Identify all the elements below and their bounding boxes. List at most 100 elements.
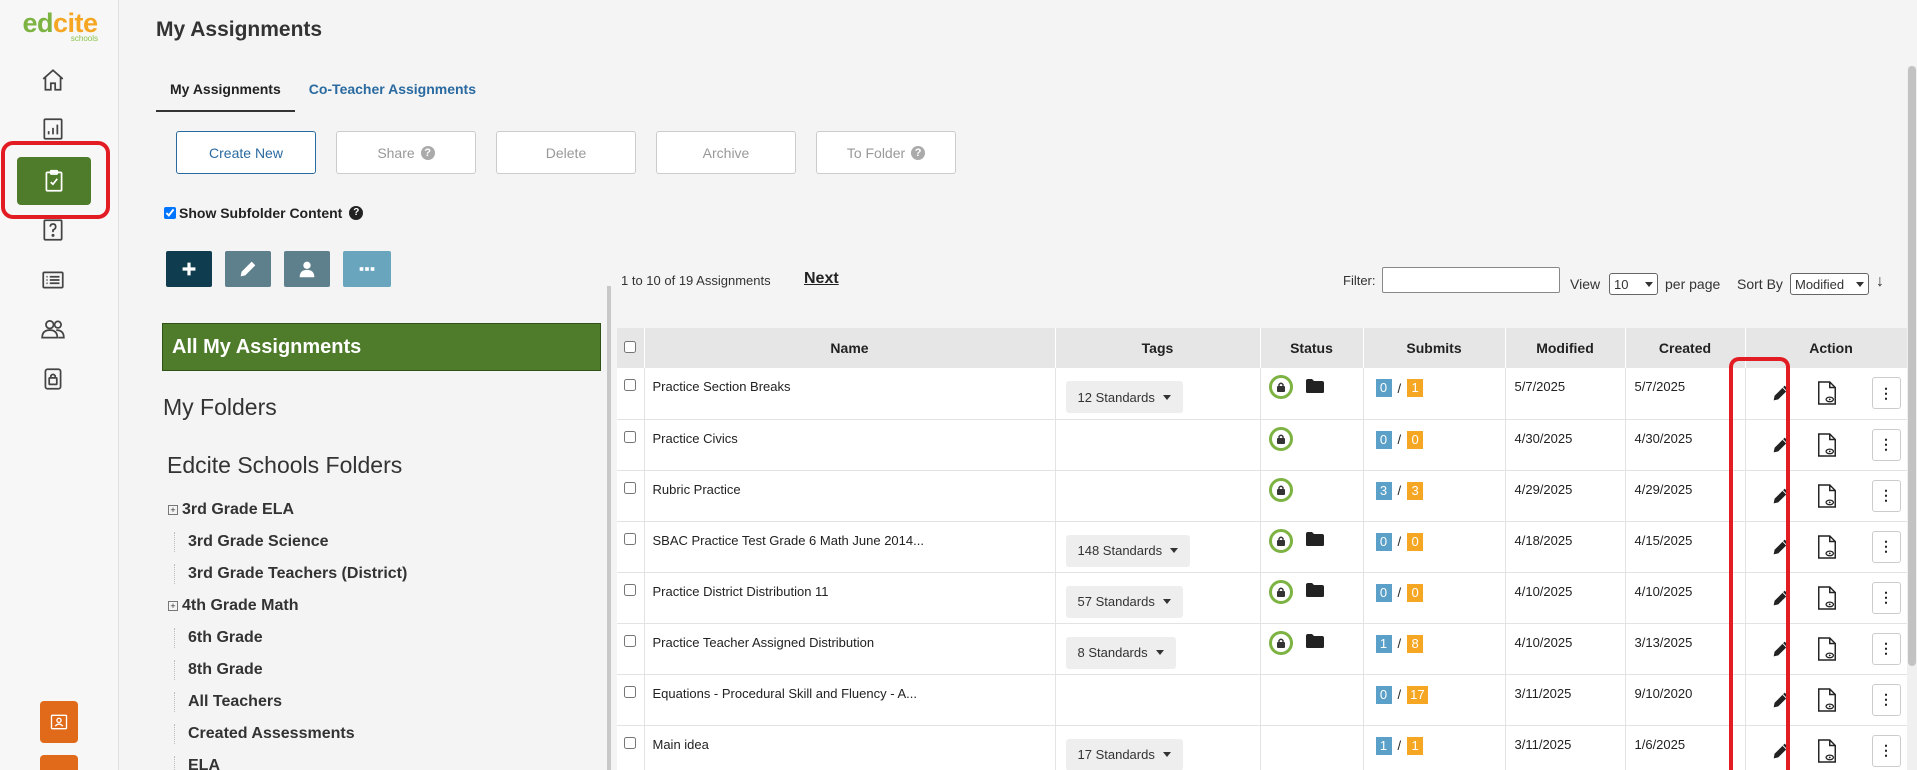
column-header-created[interactable]: Created (1625, 328, 1746, 368)
edcite-logo[interactable]: edcite schools (18, 8, 102, 48)
delete-button[interactable]: Delete (496, 131, 636, 174)
more-options-button[interactable]: ⋮ (1871, 632, 1901, 665)
folder-item[interactable]: +4th Grade Math (168, 590, 588, 622)
filter-input[interactable] (1382, 267, 1560, 293)
row-checkbox[interactable] (624, 379, 637, 391)
assigned-count[interactable]: 1 (1407, 736, 1424, 755)
nav-classes[interactable] (30, 311, 76, 347)
assigned-count[interactable]: 1 (1407, 379, 1424, 397)
preview-document-icon[interactable] (1814, 430, 1840, 460)
select-all-checkbox[interactable] (624, 341, 637, 353)
more-options-button[interactable]: ⋮ (1871, 530, 1901, 563)
assignment-name[interactable]: Main idea (644, 725, 1056, 770)
assignment-name[interactable]: Practice Civics (644, 419, 1056, 471)
edit-folder-button[interactable] (225, 251, 271, 287)
lock-status-icon[interactable] (1268, 528, 1293, 553)
column-header-status[interactable]: Status (1260, 328, 1364, 368)
standards-dropdown[interactable]: 12 Standards (1065, 381, 1183, 413)
add-folder-button[interactable] (166, 251, 212, 287)
archive-button[interactable]: Archive (656, 131, 796, 174)
row-checkbox[interactable] (624, 736, 637, 749)
assignment-name[interactable]: Equations - Procedural Skill and Fluency… (644, 674, 1056, 726)
assigned-count[interactable]: 0 (1407, 430, 1424, 449)
more-folder-button[interactable] (343, 251, 391, 287)
submitted-count[interactable]: 0 (1375, 532, 1392, 551)
sort-direction-arrow-icon[interactable]: ↓ (1876, 273, 1884, 291)
more-options-button[interactable]: ⋮ (1871, 581, 1901, 614)
folder-item[interactable]: ELA (168, 750, 588, 770)
create-new-button[interactable]: Create New (176, 131, 316, 174)
share-folder-button[interactable] (284, 251, 330, 287)
table-row[interactable]: Main idea 17 Standards 1 / 1 3/11/2025 1/6/202… (617, 725, 1917, 770)
column-header-modified[interactable]: Modified (1505, 328, 1626, 368)
row-checkbox[interactable] (624, 532, 637, 545)
table-row[interactable]: Practice Section Breaks 12 Standards 0 / 1 5/… (617, 368, 1917, 420)
sort-by-select[interactable]: Modified (1790, 273, 1869, 295)
next-page-link[interactable]: Next (804, 270, 839, 288)
tab-my-assignments[interactable]: My Assignments (156, 76, 295, 112)
nav-home[interactable] (30, 62, 76, 98)
nav-bottom-extra[interactable] (40, 755, 78, 770)
lock-status-icon[interactable] (1268, 375, 1293, 399)
row-checkbox[interactable] (624, 481, 637, 494)
standards-dropdown[interactable]: 8 Standards (1065, 636, 1176, 669)
folder-icon[interactable] (1305, 378, 1325, 397)
per-page-select[interactable]: 10 (1609, 273, 1658, 295)
assigned-count[interactable]: 17 (1407, 685, 1428, 704)
assigned-count[interactable]: 0 (1407, 583, 1424, 602)
standards-dropdown[interactable]: 57 Standards (1065, 585, 1183, 618)
assignment-name[interactable]: Practice Teacher Assigned Distribution (644, 623, 1056, 675)
table-row[interactable]: Practice District Distribution 11 57 Stan… (617, 572, 1917, 624)
more-options-button[interactable]: ⋮ (1871, 479, 1901, 512)
preview-document-icon[interactable] (1814, 583, 1840, 613)
folder-icon[interactable] (1305, 582, 1325, 601)
folder-icon[interactable] (1305, 633, 1325, 652)
help-icon[interactable]: ? (349, 206, 364, 220)
folder-item[interactable]: 8th Grade (168, 654, 588, 686)
nav-questions[interactable] (30, 212, 76, 248)
more-options-button[interactable]: ⋮ (1871, 377, 1901, 409)
row-checkbox[interactable] (624, 634, 637, 647)
column-header-name[interactable]: Name (644, 328, 1056, 368)
assigned-count[interactable]: 3 (1407, 481, 1424, 500)
folder-icon[interactable] (1305, 531, 1325, 550)
all-my-assignments-folder[interactable]: All My Assignments (162, 323, 601, 371)
row-checkbox[interactable] (624, 430, 637, 443)
submitted-count[interactable]: 1 (1375, 736, 1392, 755)
more-options-button[interactable]: ⋮ (1871, 734, 1901, 767)
nav-secure[interactable] (30, 361, 76, 397)
preview-document-icon[interactable] (1814, 532, 1840, 562)
standards-dropdown[interactable]: 17 Standards (1065, 738, 1183, 770)
table-row[interactable]: Equations - Procedural Skill and Fluency… (617, 674, 1917, 726)
to-folder-button[interactable]: To Folder? (816, 131, 956, 174)
assigned-count[interactable]: 8 (1407, 634, 1424, 653)
share-button[interactable]: Share? (336, 131, 476, 174)
assignment-name[interactable]: SBAC Practice Test Grade 6 Math June 201… (644, 521, 1056, 573)
submitted-count[interactable]: 0 (1375, 379, 1392, 397)
expand-icon[interactable]: + (168, 601, 178, 611)
assignment-name[interactable]: Practice Section Breaks (644, 368, 1056, 420)
nav-list[interactable] (30, 262, 76, 298)
show-subfolder-checkbox[interactable] (164, 207, 176, 219)
more-options-button[interactable]: ⋮ (1871, 683, 1901, 716)
expand-icon[interactable]: + (168, 505, 178, 515)
folder-pane-scrollbar[interactable] (607, 286, 611, 770)
tab-co-teacher-assignments[interactable]: Co-Teacher Assignments (295, 76, 490, 112)
submitted-count[interactable]: 0 (1375, 430, 1392, 449)
lock-status-icon[interactable] (1268, 426, 1293, 451)
folder-item[interactable]: 6th Grade (168, 622, 588, 654)
preview-document-icon[interactable] (1814, 685, 1840, 715)
folder-item[interactable]: +3rd Grade ELA (168, 494, 588, 526)
submitted-count[interactable]: 0 (1375, 685, 1392, 704)
standards-dropdown[interactable]: 148 Standards (1065, 534, 1191, 567)
table-row[interactable]: Practice Civics 0 / 0 4/30/2025 4/30/2025 ⋮ (617, 419, 1917, 471)
scrollbar-thumb[interactable] (1908, 66, 1916, 666)
preview-document-icon[interactable] (1814, 634, 1840, 664)
column-header-submits[interactable]: Submits (1363, 328, 1506, 368)
lock-status-icon[interactable] (1268, 630, 1293, 655)
table-row[interactable]: Practice Teacher Assigned Distribution 8 … (617, 623, 1917, 675)
submitted-count[interactable]: 3 (1375, 481, 1392, 500)
lock-status-icon[interactable] (1268, 477, 1293, 502)
row-checkbox[interactable] (624, 583, 637, 596)
submitted-count[interactable]: 0 (1375, 583, 1392, 602)
